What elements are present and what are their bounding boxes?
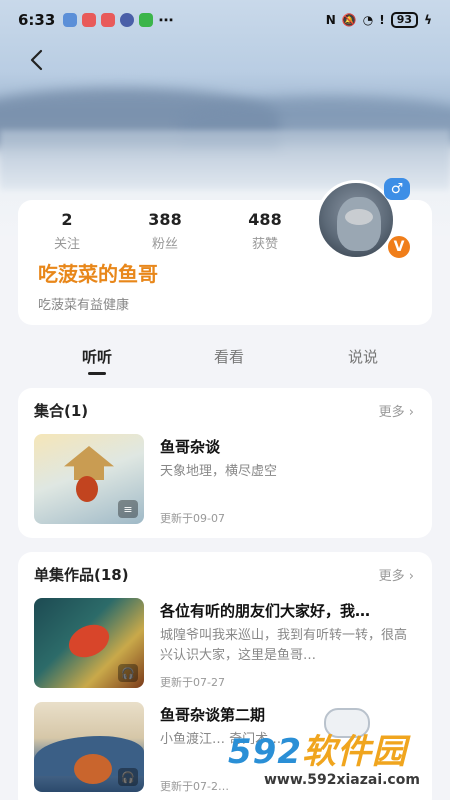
more-notifications-icon: ⋯ bbox=[158, 11, 174, 29]
status-time: 6:33 bbox=[18, 11, 56, 29]
background-lake bbox=[0, 130, 450, 190]
male-gender-icon: ♂ bbox=[384, 178, 410, 200]
mute-icon: 🔕 bbox=[341, 13, 357, 27]
active-tab-indicator bbox=[88, 372, 106, 375]
item-date: 更新于07-27 bbox=[160, 676, 225, 689]
item-description: 城隍爷叫我来巡山，我到有听转一转，很高兴认识大家，这里是鱼哥… bbox=[160, 628, 408, 663]
list-icon: ≡ bbox=[118, 500, 138, 518]
more-link[interactable]: 更多 › bbox=[379, 401, 414, 420]
tab-talk[interactable]: 说说 bbox=[348, 346, 378, 367]
chevron-left-icon bbox=[30, 49, 43, 71]
profile-bio: 吃菠菜有益健康 bbox=[38, 298, 130, 313]
headphones-icon: 🎧 bbox=[118, 768, 138, 786]
collections-section: 集合(1) 更多 › ≡ 鱼哥杂谈 天象地理，横尽虚空 更新于09-07 bbox=[18, 388, 432, 538]
list-item[interactable]: 🎧 各位有听的朋友们大家好，我… 城隍爷叫我来巡山，我到有听转一转，很高兴认识大… bbox=[34, 598, 416, 690]
alert-icon: ! bbox=[379, 13, 385, 27]
notification-icon bbox=[101, 13, 116, 27]
stat-label: 关注 bbox=[53, 237, 80, 252]
item-date: 更新于07-2… bbox=[160, 780, 229, 793]
watermark: 592软件园 www.592xiazai.com bbox=[228, 708, 448, 796]
cover-image: 🎧 bbox=[34, 598, 144, 688]
back-button[interactable] bbox=[22, 46, 50, 74]
stat-label: 获赞 bbox=[251, 237, 278, 252]
stat-value: 388 bbox=[148, 210, 182, 229]
tab-listen[interactable]: 听听 bbox=[82, 346, 112, 367]
stat-label: 粉丝 bbox=[151, 237, 178, 252]
notification-icon bbox=[120, 13, 135, 27]
stat-value: 488 bbox=[248, 210, 282, 229]
avatar-face bbox=[345, 209, 373, 225]
stat-following[interactable]: 2 关注 bbox=[32, 210, 102, 252]
watermark-text: 软件园 bbox=[301, 732, 407, 772]
item-description: 天象地理，横尽虚空 bbox=[160, 464, 278, 479]
watermark-brand: 592软件园 bbox=[228, 724, 407, 773]
cover-fish bbox=[74, 754, 112, 784]
stat-value: 2 bbox=[61, 210, 73, 229]
tab-watch[interactable]: 看看 bbox=[214, 346, 244, 367]
more-link[interactable]: 更多 › bbox=[379, 565, 414, 584]
cover-fish bbox=[63, 618, 115, 664]
status-bar: 6:33 ⋯ N 🔕 ◔ ! 93 ϟ bbox=[0, 0, 450, 40]
content-tabs: 听听 看看 说说 bbox=[0, 340, 450, 380]
nfc-icon: N bbox=[325, 13, 336, 27]
item-title: 鱼哥杂谈 bbox=[160, 438, 221, 456]
wechat-icon bbox=[139, 13, 154, 27]
stat-likes[interactable]: 488 获赞 bbox=[230, 210, 300, 252]
notification-icon bbox=[82, 13, 97, 27]
battery-icon: 93 bbox=[390, 12, 419, 28]
verified-badge-icon: V bbox=[386, 234, 412, 260]
profile-name: 吃菠菜的鱼哥 bbox=[38, 262, 158, 286]
cover-image: ≡ bbox=[34, 434, 144, 524]
item-title: 各位有听的朋友们大家好，我… bbox=[160, 602, 371, 620]
wifi-icon: ◔ bbox=[362, 13, 374, 27]
cover-pavilion bbox=[64, 446, 114, 480]
headphones-icon: 🎧 bbox=[118, 664, 138, 682]
stat-fans[interactable]: 388 粉丝 bbox=[130, 210, 200, 252]
list-item[interactable]: ≡ 鱼哥杂谈 天象地理，横尽虚空 更新于09-07 bbox=[34, 434, 416, 526]
section-title: 单集作品(18) bbox=[34, 566, 129, 584]
charging-icon: ϟ bbox=[424, 13, 432, 27]
cover-fish bbox=[76, 476, 98, 502]
cover-image: 🎧 bbox=[34, 702, 144, 792]
notification-icon bbox=[63, 13, 78, 27]
watermark-url: www.592xiazai.com bbox=[264, 772, 420, 788]
watermark-number: 592 bbox=[228, 732, 302, 772]
section-title: 集合(1) bbox=[34, 402, 89, 420]
item-date: 更新于09-07 bbox=[160, 512, 225, 525]
